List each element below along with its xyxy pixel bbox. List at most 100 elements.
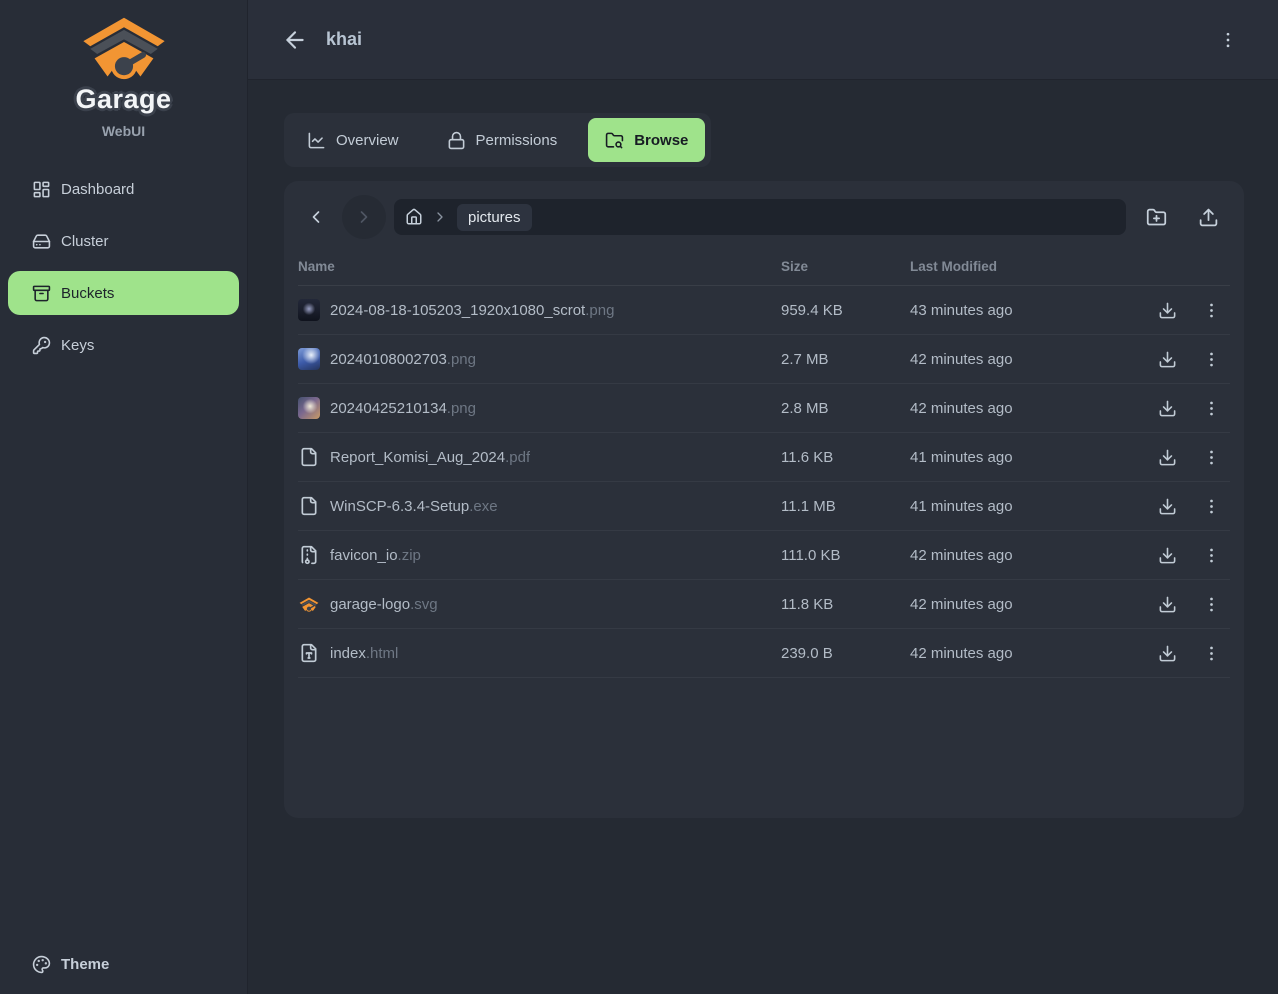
kebab-menu-icon — [1202, 350, 1221, 369]
download-button[interactable] — [1150, 636, 1184, 670]
download-button[interactable] — [1150, 293, 1184, 327]
row-menu-button[interactable] — [1194, 293, 1228, 327]
chart-line-icon — [307, 131, 326, 150]
file-size: 11.8 KB — [781, 596, 910, 613]
main-area: khai Overview Permissions Browse — [248, 0, 1278, 994]
tab-permissions[interactable]: Permissions — [430, 118, 575, 162]
file-extension: .html — [366, 645, 399, 662]
download-icon — [1158, 644, 1177, 663]
download-icon — [1158, 595, 1177, 614]
breadcrumb-segment-pictures[interactable]: pictures — [457, 204, 532, 231]
breadcrumb[interactable]: pictures — [394, 199, 1126, 235]
table-row[interactable]: index.html 239.0 B 42 minutes ago — [298, 629, 1230, 678]
file-modified: 42 minutes ago — [910, 547, 1139, 564]
kebab-menu-icon — [1202, 497, 1221, 516]
sidebar-nav: Dashboard Cluster Buckets Keys — [0, 167, 247, 367]
tab-label: Overview — [336, 132, 399, 149]
chevron-right-icon — [354, 207, 374, 227]
download-button[interactable] — [1150, 489, 1184, 523]
file-archive-icon — [298, 544, 320, 566]
key-icon — [32, 336, 51, 355]
row-menu-button[interactable] — [1194, 587, 1228, 621]
row-menu-button[interactable] — [1194, 489, 1228, 523]
image-thumbnail — [298, 397, 320, 419]
file-size: 11.1 MB — [781, 498, 910, 515]
row-menu-button[interactable] — [1194, 440, 1228, 474]
file-name: WinSCP-6.3.4-Setup — [330, 498, 469, 515]
tab-label: Permissions — [476, 132, 558, 149]
nav-back-button[interactable] — [298, 199, 334, 235]
file-size: 11.6 KB — [781, 449, 910, 466]
sidebar-item-buckets[interactable]: Buckets — [8, 271, 239, 315]
sidebar-item-keys[interactable]: Keys — [8, 323, 239, 367]
chevron-left-icon — [306, 207, 326, 227]
file-size: 239.0 B — [781, 645, 910, 662]
table-row[interactable]: favicon_io.zip 111.0 KB 42 minutes ago — [298, 531, 1230, 580]
new-folder-button[interactable] — [1134, 195, 1178, 239]
sidebar-item-cluster[interactable]: Cluster — [8, 219, 239, 263]
table-row[interactable]: WinSCP-6.3.4-Setup.exe 11.1 MB 41 minute… — [298, 482, 1230, 531]
sidebar-item-dashboard[interactable]: Dashboard — [8, 167, 239, 211]
kebab-menu-icon — [1202, 399, 1221, 418]
file-name: favicon_io — [330, 547, 398, 564]
sidebar: Garage WebUI Dashboard Cluster Buckets K… — [0, 0, 248, 994]
file-name: Report_Komisi_Aug_2024 — [330, 449, 505, 466]
file-extension: .png — [447, 351, 476, 368]
file-modified: 43 minutes ago — [910, 302, 1139, 319]
row-menu-button[interactable] — [1194, 538, 1228, 572]
file-modified: 42 minutes ago — [910, 351, 1139, 368]
row-menu-button[interactable] — [1194, 636, 1228, 670]
row-menu-button[interactable] — [1194, 391, 1228, 425]
file-modified: 42 minutes ago — [910, 645, 1139, 662]
download-icon — [1158, 546, 1177, 565]
tab-label: Browse — [634, 132, 688, 149]
file-modified: 41 minutes ago — [910, 498, 1139, 515]
bucket-content: Overview Permissions Browse — [248, 80, 1278, 818]
nav-forward-button[interactable] — [342, 195, 386, 239]
upload-button[interactable] — [1186, 195, 1230, 239]
table-row[interactable]: 20240108002703.png 2.7 MB 42 minutes ago — [298, 335, 1230, 384]
download-button[interactable] — [1150, 538, 1184, 572]
page-header: khai — [248, 0, 1278, 80]
file-extension: .png — [585, 302, 614, 319]
bucket-menu-button[interactable] — [1218, 30, 1238, 50]
page-title: khai — [326, 29, 362, 50]
back-button[interactable] — [282, 27, 308, 53]
download-icon — [1158, 399, 1177, 418]
theme-toggle[interactable]: Theme — [0, 955, 247, 994]
file-modified: 42 minutes ago — [910, 400, 1139, 417]
app-subtitle: WebUI — [0, 123, 247, 139]
file-extension: .png — [447, 400, 476, 417]
folder-plus-icon — [1146, 207, 1167, 228]
palette-icon — [32, 955, 51, 974]
kebab-menu-icon — [1202, 448, 1221, 467]
hard-drive-icon — [32, 232, 51, 251]
kebab-menu-icon — [1202, 644, 1221, 663]
download-button[interactable] — [1150, 587, 1184, 621]
tab-browse[interactable]: Browse — [588, 118, 705, 162]
image-thumbnail — [298, 299, 320, 321]
file-icon — [298, 446, 320, 468]
home-icon[interactable] — [405, 208, 423, 226]
table-row[interactable]: Report_Komisi_Aug_2024.pdf 11.6 KB 41 mi… — [298, 433, 1230, 482]
table-row[interactable]: 20240425210134.png 2.8 MB 42 minutes ago — [298, 384, 1230, 433]
file-size: 959.4 KB — [781, 302, 910, 319]
download-icon — [1158, 497, 1177, 516]
file-name: 2024-08-18-105203_1920x1080_scrot — [330, 302, 585, 319]
file-extension: .pdf — [505, 449, 530, 466]
download-button[interactable] — [1150, 440, 1184, 474]
image-thumbnail — [298, 348, 320, 370]
sidebar-item-label: Keys — [61, 337, 94, 354]
chevron-right-icon — [432, 209, 448, 225]
arrow-left-icon — [282, 27, 308, 53]
tab-overview[interactable]: Overview — [290, 118, 416, 162]
row-menu-button[interactable] — [1194, 342, 1228, 376]
app-name: Garage — [0, 84, 247, 115]
download-button[interactable] — [1150, 342, 1184, 376]
table-row[interactable]: 2024-08-18-105203_1920x1080_scrot.png 95… — [298, 286, 1230, 335]
kebab-menu-icon — [1202, 595, 1221, 614]
download-icon — [1158, 301, 1177, 320]
layout-dashboard-icon — [32, 180, 51, 199]
download-button[interactable] — [1150, 391, 1184, 425]
table-row[interactable]: garage-logo.svg 11.8 KB 42 minutes ago — [298, 580, 1230, 629]
